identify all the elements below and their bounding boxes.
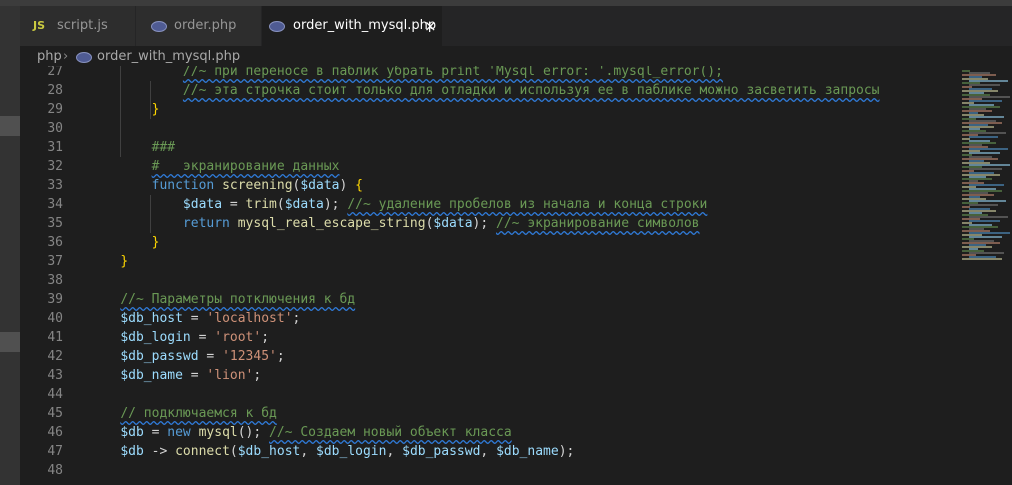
line-number: 32	[47, 159, 63, 174]
line-number: 28	[47, 83, 63, 98]
line-number: 29	[47, 102, 63, 117]
code-text: $data = trim($data); //~ удаление пробел…	[182, 197, 708, 212]
breadcrumb-file[interactable]: order_with_mysql.php	[97, 46, 240, 68]
code-line[interactable]: 38	[20, 271, 960, 290]
php-file-icon	[269, 6, 285, 46]
line-number: 36	[47, 235, 63, 250]
code-text: //~ Параметры потключения к бд	[120, 292, 356, 307]
code-text: return mysql_real_escape_string($data); …	[182, 216, 700, 231]
js-file-icon: JS	[33, 19, 46, 32]
code-text: // подключаемся к бд	[120, 406, 277, 421]
code-text: //~ эта строчка стоит только для отладки…	[182, 83, 880, 98]
line-number: 40	[47, 311, 63, 326]
activity-bar	[0, 6, 20, 485]
line-number: 30	[47, 121, 63, 136]
code-text: $db_name = 'lion';	[120, 368, 262, 383]
code-text: $db_host = 'localhost';	[120, 311, 301, 326]
code-text: ###	[151, 140, 176, 155]
php-file-icon	[151, 6, 167, 46]
code-editor[interactable]: 27 //~ при переносе в паблик убрать prin…	[20, 66, 960, 485]
line-number: 31	[47, 140, 63, 155]
code-text: $db = new mysql(); //~ Создаем новый объ…	[120, 425, 512, 440]
code-line[interactable]: 37 }	[20, 252, 960, 271]
tab-order-with-mysql-php[interactable]: order_with_mysql.php ×	[262, 6, 442, 46]
code-text: }	[120, 254, 129, 269]
minimap-line	[969, 84, 1000, 86]
code-line[interactable]: 41 $db_login = 'root';	[20, 328, 960, 347]
indent-guide	[150, 81, 151, 119]
line-number: 46	[47, 425, 63, 440]
minimap-line	[962, 258, 1002, 260]
code-text: function screening($data) {	[151, 178, 363, 193]
activity-bar-highlight[interactable]	[0, 332, 20, 352]
line-number: 48	[47, 463, 63, 478]
line-number: 34	[47, 197, 63, 212]
line-number: 41	[47, 330, 63, 345]
code-line[interactable]: 30	[20, 119, 960, 138]
code-line[interactable]: 29 }	[20, 100, 960, 119]
line-number: 39	[47, 292, 63, 307]
code-line[interactable]: 36 }	[20, 233, 960, 252]
code-text: $db_login = 'root';	[120, 330, 270, 345]
code-line[interactable]: 28 //~ эта строчка стоит только для отла…	[20, 81, 960, 100]
line-number: 47	[47, 444, 63, 459]
code-text: $db_passwd = '12345';	[120, 349, 285, 364]
minimap-line	[969, 152, 1000, 154]
activity-bar-highlight[interactable]	[0, 116, 20, 136]
editor-tabs: JS script.js order.php order_with_mysql.…	[20, 6, 1012, 46]
code-line[interactable]: 46 $db = new mysql(); //~ Создаем новый …	[20, 423, 960, 442]
tab-label: script.js	[57, 18, 108, 33]
code-line[interactable]: 48	[20, 461, 960, 480]
tab-script-js[interactable]: JS script.js	[20, 6, 135, 46]
code-line[interactable]: 33 function screening($data) {	[20, 176, 960, 195]
close-icon[interactable]: ×	[424, 6, 437, 46]
code-line[interactable]: 47 $db -> connect($db_host, $db_login, $…	[20, 442, 960, 461]
line-number: 43	[47, 368, 63, 383]
minimap[interactable]	[960, 66, 1012, 485]
minimap-line	[969, 136, 998, 138]
indent-guide	[120, 66, 121, 157]
code-text: $db -> connect($db_host, $db_login, $db_…	[120, 444, 575, 459]
code-line[interactable]: 35 return mysql_real_escape_string($data…	[20, 214, 960, 233]
code-text: //~ при переносе в паблик убрать print '…	[182, 66, 723, 79]
line-number: 37	[47, 254, 63, 269]
code-line[interactable]: 45 // подключаемся к бд	[20, 404, 960, 423]
minimap-line	[969, 204, 998, 206]
code-line[interactable]: 39 //~ Параметры потключения к бд	[20, 290, 960, 309]
line-number: 45	[47, 406, 63, 421]
code-text: }	[151, 235, 160, 250]
tab-label: order.php	[174, 18, 237, 33]
line-number: 38	[47, 273, 63, 288]
php-file-icon	[76, 46, 92, 68]
line-number: 27	[47, 66, 63, 79]
code-line[interactable]: 32 # экранирование данных	[20, 157, 960, 176]
code-line[interactable]: 31 ###	[20, 138, 960, 157]
code-line[interactable]: 44	[20, 385, 960, 404]
line-number: 42	[47, 349, 63, 364]
code-line[interactable]: 27 //~ при переносе в паблик убрать prin…	[20, 66, 960, 81]
code-line[interactable]: 43 $db_name = 'lion';	[20, 366, 960, 385]
line-number: 33	[47, 178, 63, 193]
indent-guide	[150, 195, 151, 233]
breadcrumb-separator: ›	[63, 49, 69, 64]
minimap-line	[969, 220, 1000, 222]
code-line[interactable]: 42 $db_passwd = '12345';	[20, 347, 960, 366]
tab-label: order_with_mysql.php	[293, 18, 437, 33]
code-line[interactable]: 40 $db_host = 'localhost';	[20, 309, 960, 328]
tab-order-php[interactable]: order.php	[136, 6, 261, 46]
code-line[interactable]: 34 $data = trim($data); //~ удаление про…	[20, 195, 960, 214]
breadcrumb: php › order_with_mysql.php	[20, 46, 1012, 68]
code-text: # экранирование данных	[151, 159, 340, 174]
line-number: 44	[47, 387, 63, 402]
code-text: }	[151, 102, 160, 117]
breadcrumb-folder[interactable]: php	[37, 46, 62, 68]
line-number: 35	[47, 216, 63, 231]
